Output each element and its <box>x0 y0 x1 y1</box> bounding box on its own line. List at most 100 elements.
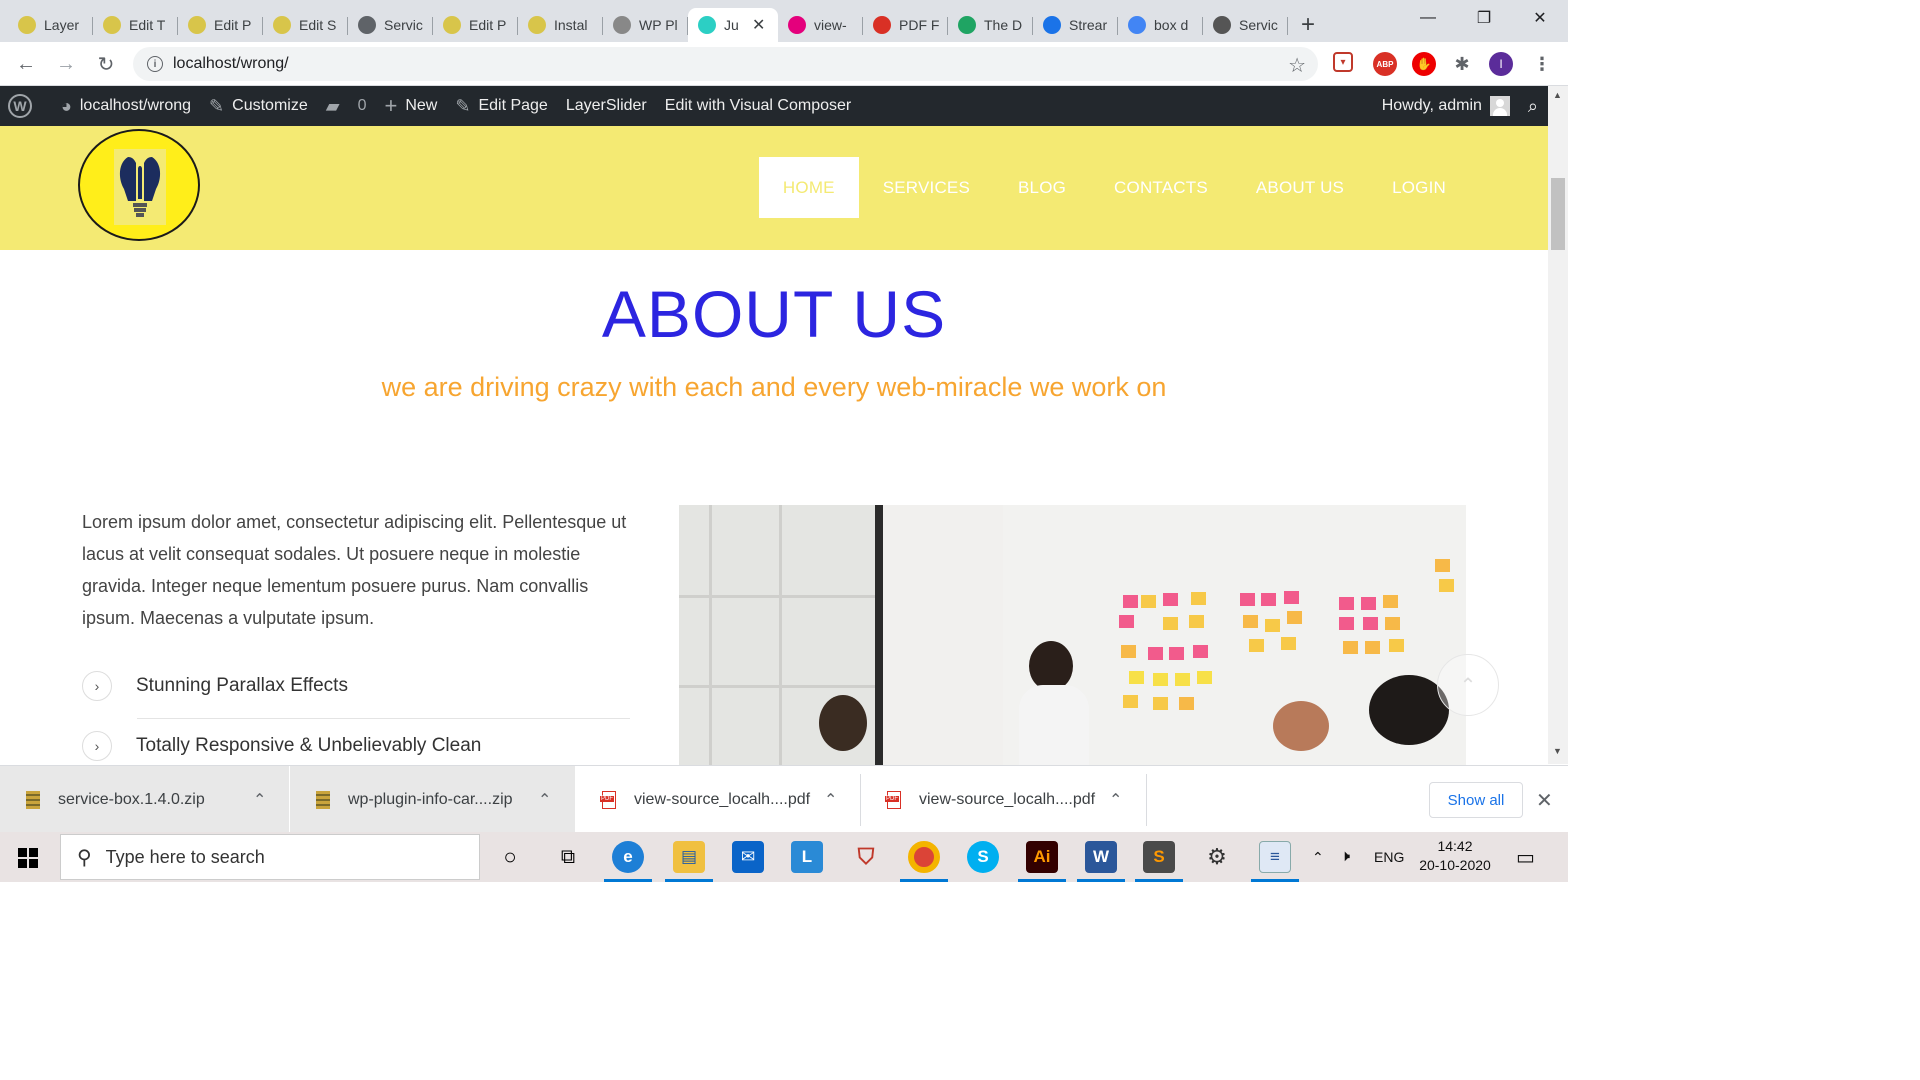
mcafee-shield-icon[interactable]: ⛉ <box>850 841 882 873</box>
browser-tab[interactable]: Edit T <box>93 8 178 42</box>
stop-extension-icon[interactable]: ✋ <box>1412 52 1436 76</box>
word-active-indicator <box>1077 879 1125 882</box>
layerslider-link[interactable]: LayerSlider <box>557 86 656 126</box>
browser-tab[interactable]: Ju ✕ <box>688 8 778 42</box>
user-account-menu[interactable]: Howdy, admin <box>1373 86 1519 126</box>
windows-start-icon[interactable] <box>18 848 38 868</box>
browser-tab[interactable]: The D <box>948 8 1033 42</box>
chevron-up-icon[interactable]: ⌃ <box>538 790 551 810</box>
scroll-up-arrow-icon[interactable]: ▲ <box>1553 90 1562 100</box>
admin-site-link[interactable]: ◕ localhost/wrong <box>41 86 200 126</box>
sublime-text-icon[interactable]: S <box>1143 841 1175 873</box>
wordpress-logo-icon[interactable]: W <box>0 86 41 126</box>
taskbar-search-box[interactable]: ⚲ Type here to search <box>60 834 480 880</box>
reload-icon[interactable]: ↻ <box>92 50 120 78</box>
zip-file-icon <box>26 790 40 809</box>
attendee-head <box>1273 701 1329 751</box>
browser-toolbar: ← → ↻ i localhost/wrong/ ☆ ▾ ABP ✋ ✱ I ⋮ <box>0 42 1568 86</box>
bookmark-star-icon[interactable]: ☆ <box>1288 53 1306 78</box>
skype-icon[interactable]: S <box>967 841 999 873</box>
browser-tab[interactable]: Strear <box>1033 8 1118 42</box>
browser-menu-icon[interactable]: ⋮ <box>1530 52 1554 76</box>
scrollbar-thumb[interactable] <box>1551 178 1565 250</box>
profile-avatar-icon[interactable]: I <box>1489 52 1513 76</box>
browser-tab-label: Servic <box>384 17 423 33</box>
volume-speaker-icon[interactable]: 🕨 <box>1340 832 1350 882</box>
scroll-to-top-button[interactable]: ⌃ <box>1437 654 1499 716</box>
cortana-circle-icon[interactable]: ○ <box>494 841 526 873</box>
browser-tab[interactable]: Servic <box>1203 8 1288 42</box>
new-tab-button[interactable]: + <box>1288 8 1328 42</box>
new-content-link[interactable]: + New <box>375 86 446 126</box>
word-icon[interactable]: W <box>1085 841 1117 873</box>
pocket-extension-icon[interactable]: ▾ <box>1333 52 1353 72</box>
site-logo[interactable] <box>78 129 200 241</box>
browser-tab[interactable]: box d <box>1118 8 1203 42</box>
gmail-favicon-icon <box>873 16 891 34</box>
download-item[interactable]: service-box.1.4.0.zip ⌃ <box>0 766 289 833</box>
browser-tab[interactable]: view- <box>778 8 863 42</box>
download-item[interactable]: wp-plugin-info-car....zip ⌃ <box>290 766 575 833</box>
task-view-icon[interactable]: ⧉ <box>552 841 584 873</box>
nav-item-services[interactable]: SERVICES <box>859 157 994 218</box>
illustrator-icon[interactable]: Ai <box>1026 841 1058 873</box>
chevron-up-icon[interactable]: ⌃ <box>1109 790 1122 810</box>
browser-tab[interactable]: PDF F <box>863 8 948 42</box>
address-bar[interactable]: i localhost/wrong/ ☆ <box>133 47 1318 81</box>
mail-icon[interactable]: ✉ <box>732 841 764 873</box>
browser-tab[interactable]: Instal <box>518 8 603 42</box>
nav-item-contacts[interactable]: CONTACTS <box>1090 157 1232 218</box>
browser-tab[interactable]: Layer <box>8 8 93 42</box>
minimize-button[interactable]: — <box>1400 0 1456 36</box>
close-tab-icon[interactable]: ✕ <box>752 15 765 35</box>
download-item[interactable]: view-source_localh....pdf ⌃ <box>861 766 1146 833</box>
nav-item-home[interactable]: HOME <box>758 157 859 218</box>
extensions-puzzle-icon[interactable]: ✱ <box>1450 52 1474 76</box>
edit-page-link[interactable]: ✎ Edit Page <box>446 86 556 126</box>
browser-tab-label: Strear <box>1069 17 1108 33</box>
scroll-down-arrow-icon[interactable]: ▼ <box>1553 746 1562 756</box>
notepad-app-icon[interactable]: ≡ <box>1259 841 1291 873</box>
lightbulb-heads-logo-icon <box>114 149 166 225</box>
admin-search-icon[interactable]: ⌕ <box>1519 86 1548 126</box>
forward-arrow-icon[interactable]: → <box>52 50 80 78</box>
comments-count: 0 <box>357 97 367 114</box>
pdf-file-icon <box>600 790 616 809</box>
back-arrow-icon[interactable]: ← <box>12 50 40 78</box>
comments-link[interactable]: ▰ 0 <box>317 86 376 126</box>
close-download-shelf-icon[interactable]: ✕ <box>1536 788 1553 813</box>
l-app-icon[interactable]: L <box>791 841 823 873</box>
browser-tab[interactable]: Edit P <box>178 8 263 42</box>
show-all-downloads-button[interactable]: Show all <box>1429 782 1523 818</box>
system-clock[interactable]: 14:42 20-10-2020 <box>1418 837 1492 875</box>
close-window-button[interactable]: ✕ <box>1512 0 1568 36</box>
restore-button[interactable]: ❐ <box>1456 0 1512 36</box>
nav-item-blog[interactable]: BLOG <box>994 157 1090 218</box>
url-text[interactable]: localhost/wrong/ <box>173 55 289 73</box>
page-scrollbar[interactable]: ▲ ▼ <box>1548 86 1568 764</box>
tray-overflow-chevron-icon[interactable]: ⌃ <box>1312 832 1324 882</box>
white-brick-wall <box>883 505 1003 765</box>
browser-tab[interactable]: WP Pl <box>603 8 688 42</box>
nav-item-login[interactable]: LOGIN <box>1368 157 1470 218</box>
view-favicon-icon <box>788 16 806 34</box>
browser-tab[interactable]: Edit S <box>263 8 348 42</box>
visual-composer-link[interactable]: Edit with Visual Composer <box>656 86 860 126</box>
settings-gear-icon[interactable]: ⚙ <box>1201 841 1233 873</box>
browser-tab[interactable]: Servic <box>348 8 433 42</box>
customize-link[interactable]: ✎ Customize <box>200 86 317 126</box>
browser-tab[interactable]: Edit P <box>433 8 518 42</box>
feature-item[interactable]: › Stunning Parallax Effects <box>82 656 630 716</box>
edge-browser-icon[interactable]: e <box>612 841 644 873</box>
download-item[interactable]: view-source_localh....pdf ⌃ <box>576 766 861 833</box>
chevron-up-icon[interactable]: ⌃ <box>824 790 837 810</box>
file-explorer-icon[interactable]: ▤ <box>673 841 705 873</box>
user-avatar <box>1489 96 1510 116</box>
notification-center-icon[interactable]: ▭ <box>1516 832 1535 882</box>
adblock-extension-icon[interactable]: ABP <box>1373 52 1397 76</box>
chevron-up-icon[interactable]: ⌃ <box>253 790 266 810</box>
input-language[interactable]: ENG <box>1374 832 1404 882</box>
site-info-icon[interactable]: i <box>147 56 163 72</box>
nav-item-about-us[interactable]: ABOUT US <box>1232 157 1368 218</box>
chrome-icon[interactable] <box>908 841 940 873</box>
